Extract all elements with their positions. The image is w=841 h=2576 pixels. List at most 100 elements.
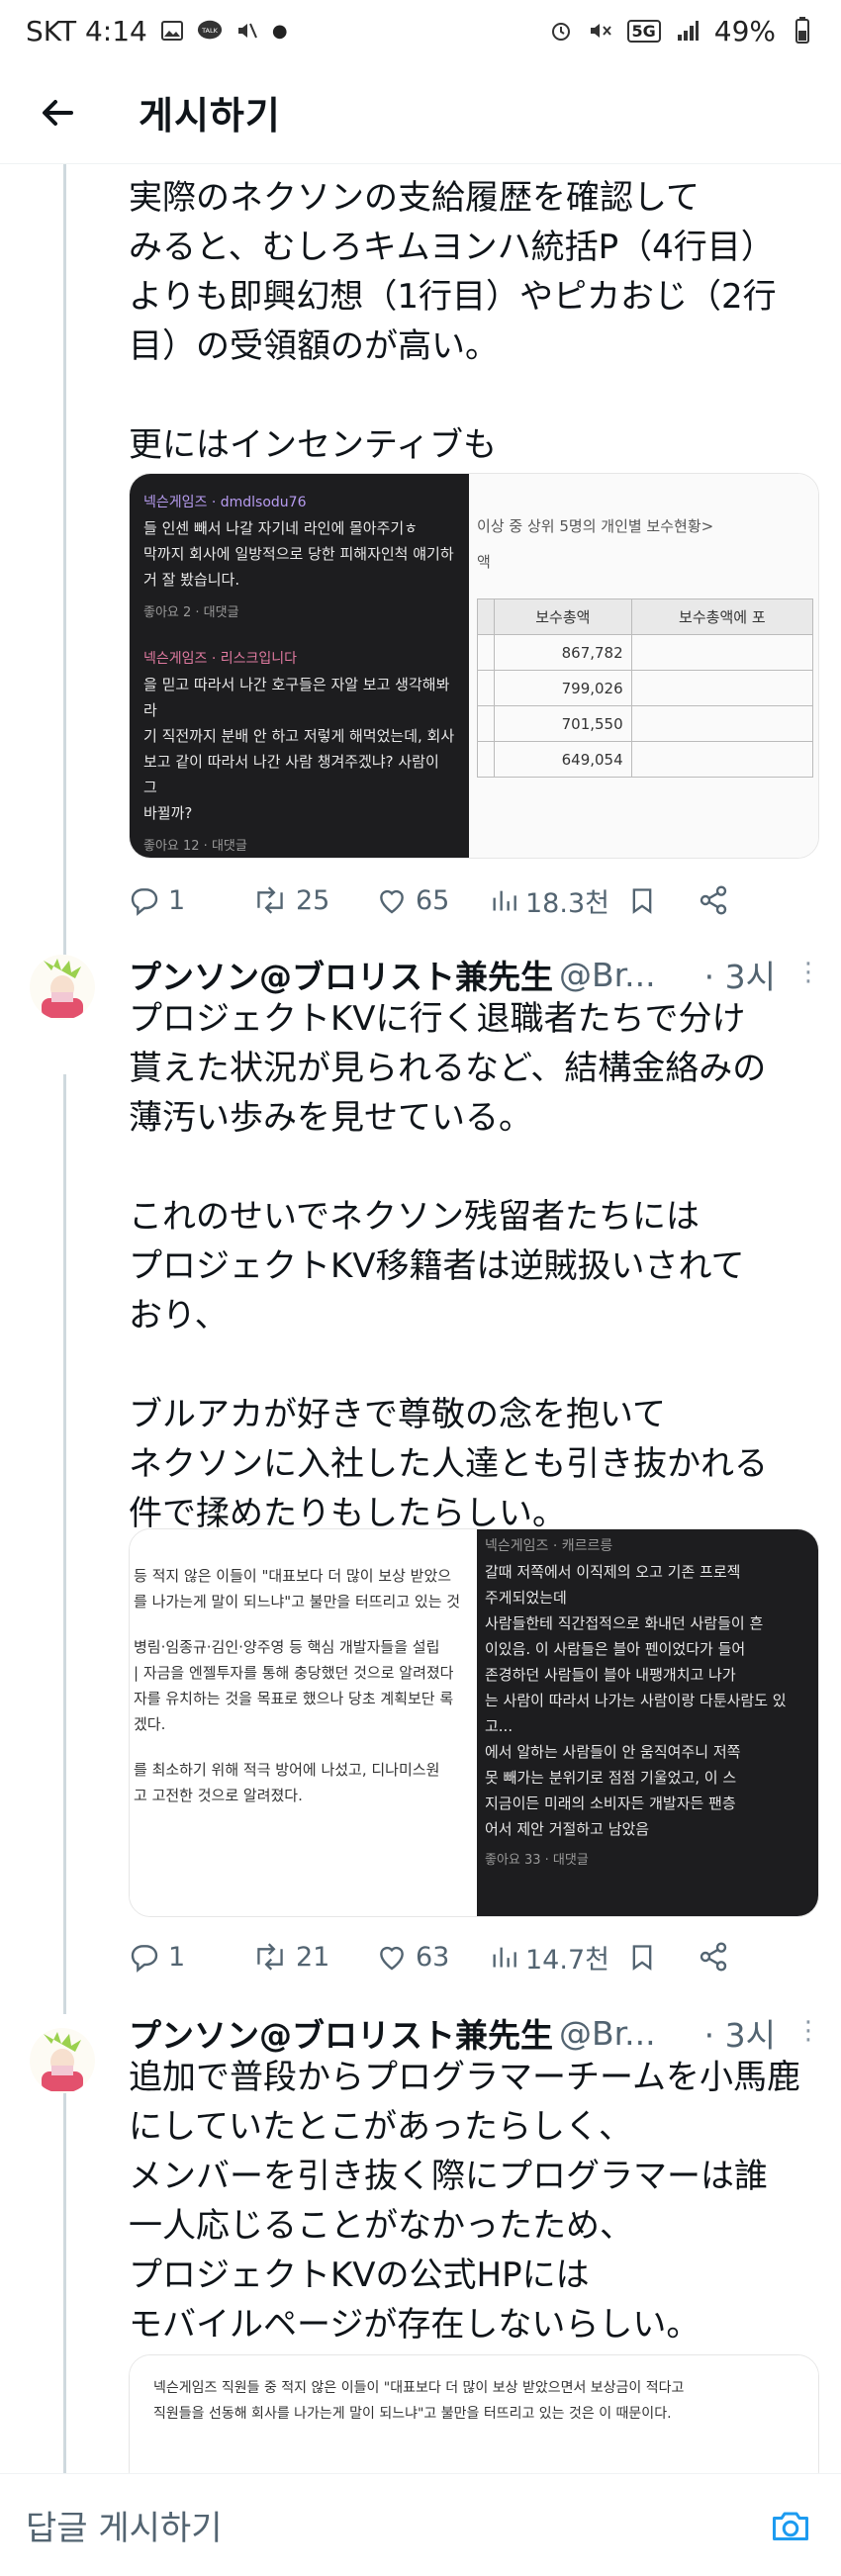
like-button[interactable]: 63 — [376, 1941, 490, 1973]
tweet-time[interactable]: · 3시 — [704, 951, 776, 998]
like-count: 63 — [416, 1941, 450, 1973]
gallery-icon — [159, 18, 185, 44]
display-name[interactable]: プンソン@ブロリスト兼先生 — [129, 2009, 553, 2057]
table-cell: 799,026 — [494, 670, 632, 706]
heart-icon — [380, 1946, 404, 1971]
alarm-icon — [548, 18, 574, 44]
thread-connector — [63, 2087, 66, 2473]
reply-bar: 답글 게시하기 — [0, 2473, 841, 2576]
comment-line: 사람들한테 직간접적으로 화내던 사람들이 흔 — [484, 1614, 764, 1632]
article-line: 직원들을 선동해 회사를 나가는게 말이 되느냐"고 불만을 터뜨리고 있는 것… — [153, 2406, 672, 2422]
comment-line: 는 사람이 따라서 나가는 사람이랑 다툰사람도 있고... — [484, 1692, 787, 1735]
user-handle[interactable]: @Br... — [559, 956, 656, 994]
carrier-time: SKT 4:14 — [26, 14, 147, 47]
comment-line: 이있음. 이 사람들은 블아 펜이었다가 들어 — [484, 1640, 746, 1658]
comment-line: 바뀔까? — [143, 804, 193, 822]
tweet-actions: 1 25 65 18.3천 — [129, 871, 821, 930]
network-type: 5G — [626, 19, 661, 43]
table-cell: 649,054 — [494, 741, 632, 778]
page-title: 게시하기 — [139, 94, 281, 138]
share-icon — [700, 885, 727, 915]
more-options-icon[interactable]: ⋮ — [795, 958, 821, 987]
bookmark-icon — [632, 888, 652, 914]
top-app-bar: 게시하기 — [0, 61, 841, 164]
article-line: 등 적지 않은 이들이 "대표보다 더 많이 보상 받았으 — [134, 1567, 452, 1585]
reply-icon — [131, 888, 158, 916]
like-button[interactable]: 65 — [376, 884, 490, 916]
reply-count: 1 — [168, 884, 186, 916]
media-image-article: 등 적지 않은 이들이 "대표보다 더 많이 보상 받았으 를 나가는게 말이 … — [130, 1529, 477, 1916]
article-line — [134, 1614, 471, 1634]
article-line: 고 고전한 것으로 알려졌다. — [134, 1787, 303, 1804]
views-count: 18.3천 — [525, 887, 609, 919]
article-line: 겠다. — [134, 1715, 166, 1733]
table-cell: 867,782 — [494, 634, 632, 671]
retweet-count: 25 — [296, 884, 330, 916]
retweet-button[interactable]: 21 — [252, 1941, 376, 1973]
avatar[interactable] — [30, 2028, 95, 2093]
share-button[interactable] — [698, 884, 729, 916]
reply-icon — [131, 1945, 158, 1973]
share-icon — [700, 1942, 727, 1972]
comment-line: 주게되었는데 — [484, 1589, 567, 1607]
tweet-text: 追加で普段からプログラマーチームを小馬鹿 にしていたとこがあったらしく、 メンバ… — [129, 2058, 800, 2345]
bookmark-icon — [632, 1945, 652, 1971]
bookmark-button[interactable] — [628, 1941, 698, 1973]
comment-line: 들 인센 빼서 나갈 자기네 라인에 몰아주기ㅎ — [143, 519, 419, 537]
retweet-count: 21 — [296, 1941, 330, 1973]
media-image-comments: 넥슨게임즈 · 캐르르릉 갈때 저쪽에서 이직제의 오고 기존 프로젝 주게되었… — [476, 1529, 818, 1916]
retweet-icon — [257, 886, 283, 914]
tweet-text: 実際のネクソンの支給履歴を確認して みると、むしろキムヨンハ統括P（4行目） よ… — [129, 178, 777, 465]
retweet-button[interactable]: 25 — [252, 884, 376, 916]
user-handle[interactable]: @Br... — [559, 2014, 656, 2053]
comment-line: 을 믿고 따라서 나간 호구들은 자알 보고 생각해봐라 — [143, 676, 450, 719]
thread-connector — [63, 164, 66, 966]
share-button[interactable] — [698, 1941, 729, 1973]
more-options-icon[interactable]: ⋮ — [795, 2016, 821, 2046]
article-line: 병림·임종규·김인·양주영 등 핵심 개발자들을 설립 — [134, 1638, 440, 1656]
display-name[interactable]: プンソン@ブロリスト兼先生 — [129, 951, 553, 998]
comment-line: 못 빼가는 분위기로 점점 기울었고, 이 스 — [484, 1769, 737, 1787]
battery-icon — [790, 17, 815, 44]
table-header: 보수총액 — [494, 598, 632, 635]
bookmark-button[interactable] — [628, 884, 698, 916]
comment-line: 어서 제안 거절하고 남았음 — [484, 1820, 650, 1838]
like-count: 65 — [416, 884, 450, 916]
comment-user: 넥슨게임즈 · dmdlsodu76 — [143, 495, 307, 510]
article-line: 자를 유치하는 것을 목표로 했으나 당초 계획보단 록 — [134, 1690, 454, 1707]
back-arrow-icon[interactable] — [28, 83, 87, 142]
heart-icon — [380, 889, 404, 914]
comment-line: 존경하던 사람들이 블아 내팽개치고 나가 — [484, 1666, 736, 1684]
tweet-media[interactable]: 넥슨게임즈 · dmdlsodu76 들 인센 빼서 나갈 자기네 라인에 몰아… — [129, 473, 819, 859]
views-count: 14.7천 — [525, 1944, 609, 1976]
comment-line: 막까지 회사에 일방적으로 당한 피해자인척 얘기하 — [143, 545, 454, 563]
mute-icon — [234, 18, 260, 44]
views-button[interactable]: 18.3천 — [490, 881, 628, 920]
comment-line: 지금이든 미래의 소비자든 개발자든 팬층 — [484, 1794, 736, 1812]
reply-input[interactable]: 답글 게시하기 — [26, 2501, 223, 2549]
camera-button[interactable] — [766, 2501, 815, 2550]
battery-level: 49% — [713, 14, 776, 47]
views-button[interactable]: 14.7천 — [490, 1938, 628, 1977]
tweet-actions: 1 21 63 14.7천 — [129, 1927, 821, 1986]
tweet-media[interactable]: 넥슨게임즈 직원들 중 적지 않은 이들이 "대표보다 더 많이 보상 받았으면… — [129, 2354, 819, 2493]
reply-count: 1 — [168, 1941, 186, 1973]
table-header: 보수총액에 포 — [630, 598, 814, 635]
article-line — [134, 1737, 471, 1757]
comment-line: 거 잘 봤습니다. — [143, 571, 240, 589]
retweet-icon — [257, 1943, 283, 1971]
compensation-table: 보수총액 보수총액에 포 867,782 799,026 701,550 649,… — [477, 598, 814, 778]
article-line: 를 나가는게 말이 되느냐"고 불만을 터뜨리고 있는 것 — [134, 1593, 461, 1610]
reply-button[interactable]: 1 — [129, 1941, 252, 1973]
signal-icon — [675, 18, 701, 44]
avatar[interactable] — [30, 955, 95, 1020]
tweet-time[interactable]: · 3시 — [704, 2009, 776, 2057]
tweet-media[interactable]: 등 적지 않은 이들이 "대표보다 더 많이 보상 받았으 를 나가는게 말이 … — [129, 1528, 819, 1917]
reply-button[interactable]: 1 — [129, 884, 252, 916]
table-cell: 701,550 — [494, 705, 632, 742]
status-bar: SKT 4:14 TALK ● 5G 49% — [0, 0, 841, 61]
table-caption: 액 — [477, 553, 491, 571]
article-line: 를 최소하기 위해 적극 방어에 나섰고, 디나미스원 — [134, 1761, 440, 1779]
camera-icon — [773, 2512, 808, 2540]
tweet-text: プロジェクトKVに行く退職者たちで分け 貰えた状況が見られるなど、結構金絡みの … — [129, 999, 768, 1533]
